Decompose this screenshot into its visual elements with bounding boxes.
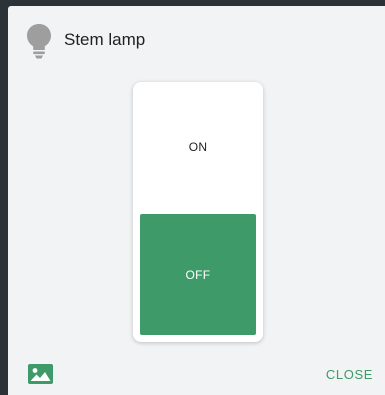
dialog-header: Stem lamp	[8, 6, 385, 66]
switch-on-button[interactable]: ON	[133, 82, 263, 212]
switch-off-button[interactable]: OFF	[140, 214, 256, 335]
close-button[interactable]: CLOSE	[326, 367, 373, 382]
lightbulb-icon	[26, 23, 52, 59]
toggle-switch: ON OFF	[133, 82, 263, 342]
dialog-title: Stem lamp	[64, 30, 146, 49]
image-icon[interactable]	[28, 364, 53, 384]
more-info-dialog: Stem lamp ON OFF CLOSE	[8, 6, 385, 395]
